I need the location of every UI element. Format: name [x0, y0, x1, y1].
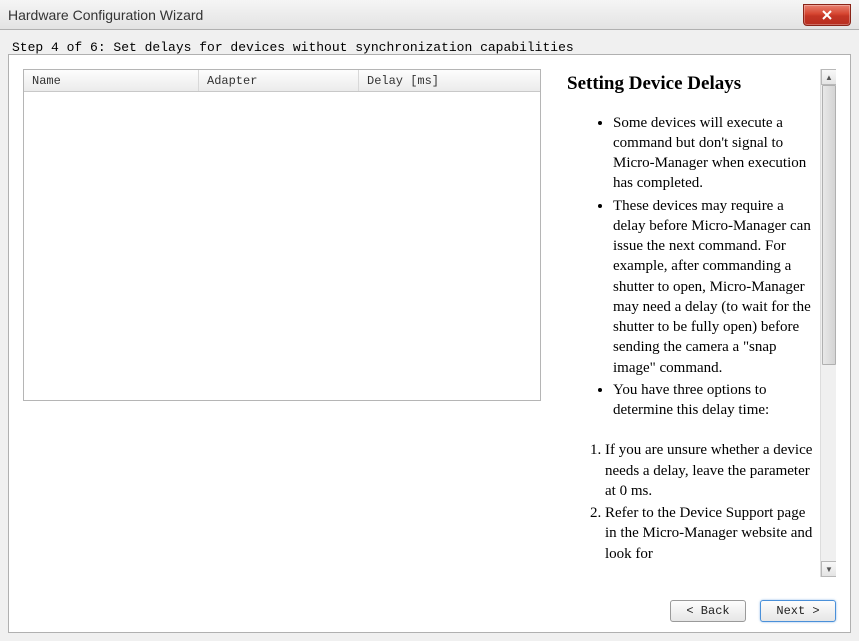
close-icon — [821, 9, 833, 21]
scrollbar-up-button[interactable]: ▲ — [821, 69, 836, 85]
help-bullet-item: You have three options to determine this… — [613, 380, 818, 421]
button-row: < Back Next > — [670, 600, 836, 622]
content-area: Name Adapter Delay [ms] Setting Device D… — [8, 54, 851, 633]
scrollbar-down-button[interactable]: ▼ — [821, 561, 836, 577]
help-title: Setting Device Delays — [567, 71, 818, 97]
scrollbar-track[interactable]: ▲ ▼ — [820, 69, 836, 577]
next-button[interactable]: Next > — [760, 600, 836, 622]
scrollbar-thumb[interactable] — [822, 85, 836, 365]
help-numbered-item: If you are unsure whether a device needs… — [605, 440, 818, 501]
help-bullet-list: Some devices will execute a command but … — [567, 113, 818, 421]
table-header-delay[interactable]: Delay [ms] — [359, 70, 540, 91]
help-numbered-item: Refer to the Device Support page in the … — [605, 503, 818, 564]
table-header-adapter[interactable]: Adapter — [199, 70, 359, 91]
help-bullet-item: These devices may require a delay before… — [613, 196, 818, 378]
back-button[interactable]: < Back — [670, 600, 746, 622]
table-header: Name Adapter Delay [ms] — [24, 70, 540, 92]
window-title: Hardware Configuration Wizard — [8, 7, 203, 23]
help-panel: Setting Device Delays Some devices will … — [561, 69, 836, 618]
help-bullet-item: Some devices will execute a command but … — [613, 113, 818, 194]
table-header-name[interactable]: Name — [24, 70, 199, 91]
device-table: Name Adapter Delay [ms] — [23, 69, 541, 401]
help-numbered-list: If you are unsure whether a device needs… — [567, 440, 818, 564]
close-button[interactable] — [803, 4, 851, 26]
titlebar: Hardware Configuration Wizard — [0, 0, 859, 30]
